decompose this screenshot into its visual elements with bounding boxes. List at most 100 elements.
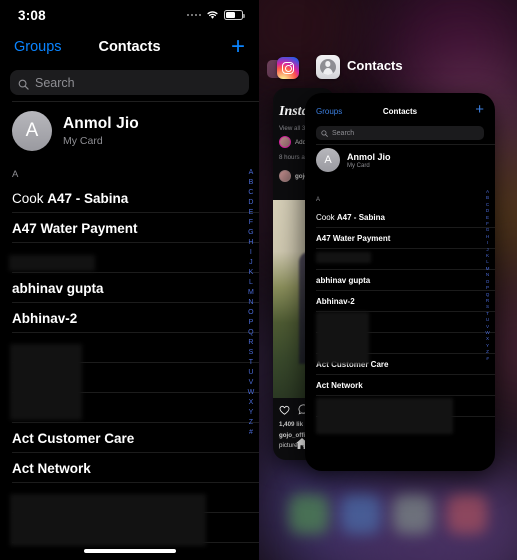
search-input[interactable]: Search (10, 70, 249, 95)
contact-row-redacted[interactable] (0, 513, 259, 543)
dock-icon (447, 494, 487, 534)
mini-page-title: Contacts (382, 107, 418, 116)
search-container: Search (0, 62, 259, 101)
mini-contact-row[interactable]: Abhinav-2 (316, 291, 495, 312)
redaction-block (316, 312, 369, 364)
index-letter[interactable]: Q (248, 328, 254, 338)
index-letter[interactable]: Y (249, 408, 254, 418)
dock-icon (289, 494, 329, 534)
mini-contact-row[interactable]: Act Network (316, 375, 495, 396)
index-letter[interactable]: G (248, 228, 254, 238)
groups-button[interactable]: Groups (14, 39, 62, 55)
mini-add-contact-button[interactable]: + (475, 101, 484, 118)
redaction-block (316, 398, 453, 434)
avatar: A (316, 148, 340, 172)
mini-alphabet-index[interactable]: A B C D E F G H I J K L M N O P Q R S T (483, 189, 492, 362)
signal-dots-icon (186, 13, 201, 17)
mini-contact-row[interactable]: A47 Water Payment (316, 228, 495, 249)
index-letter[interactable]: X (249, 398, 254, 408)
home-indicator[interactable] (83, 549, 176, 553)
contact-row[interactable]: Abhinav-2 (0, 303, 259, 333)
wifi-icon (206, 10, 219, 20)
battery-icon (224, 10, 245, 20)
search-placeholder: Search (35, 75, 75, 90)
mini-contact-name: Abhinav-2 (316, 297, 355, 306)
mini-navigation-bar: Groups Contacts + (305, 101, 495, 123)
dock-icon (341, 494, 381, 534)
index-letter[interactable]: P (249, 318, 254, 328)
index-letter[interactable]: V (249, 378, 254, 388)
mini-contact-main: A47 - Sabina (336, 213, 385, 222)
contact-name-main: A47 - Sabina (47, 190, 129, 206)
mini-contact-name: abhinav gupta (316, 276, 371, 285)
switcher-app-header: Contacts (259, 55, 517, 81)
instagram-post-avatar (279, 170, 291, 182)
status-time: 3:08 (18, 7, 46, 23)
app-card-contacts[interactable]: Groups Contacts + Search A Anmol Jio My … (305, 93, 495, 471)
index-letter[interactable]: A (249, 168, 254, 178)
index-letter[interactable]: B (249, 178, 254, 188)
my-card-name: Anmol Jio (63, 115, 139, 132)
redaction-block (316, 252, 371, 263)
index-letter[interactable]: O (248, 308, 254, 318)
contact-row[interactable]: A47 Water Payment (0, 213, 259, 243)
index-letter[interactable]: # (249, 428, 253, 438)
index-letter[interactable]: C (248, 188, 253, 198)
index-letter[interactable]: # (486, 356, 489, 362)
index-letter[interactable]: R (248, 338, 253, 348)
index-letter[interactable]: D (248, 198, 253, 208)
instagram-icon[interactable] (277, 57, 299, 79)
index-letter[interactable]: W (248, 388, 255, 398)
index-letter[interactable]: J (249, 258, 253, 268)
contact-row-redacted[interactable] (0, 483, 259, 513)
mini-contact-prefix: Cook (316, 213, 337, 222)
heart-icon[interactable] (279, 405, 290, 415)
index-letter[interactable]: I (250, 248, 252, 258)
index-letter[interactable]: T (249, 358, 253, 368)
contact-row[interactable]: Cook A47 - Sabina (0, 183, 259, 213)
contact-name: Abhinav-2 (12, 310, 78, 326)
contact-row-redacted[interactable] (0, 363, 259, 393)
mini-my-card-row[interactable]: A Anmol Jio My Card (316, 148, 391, 172)
index-letter[interactable]: K (249, 268, 254, 278)
index-letter[interactable]: E (249, 208, 254, 218)
contact-name: Act Network (12, 460, 91, 476)
index-letter[interactable]: Z (249, 418, 253, 428)
index-letter[interactable]: M (248, 288, 254, 298)
my-card-row[interactable]: A Anmol Jio My Card (0, 102, 259, 162)
index-letter[interactable]: U (248, 368, 253, 378)
contact-name: A47 Water Payment (12, 220, 138, 236)
mini-my-card-text: Anmol Jio My Card (347, 152, 391, 169)
instagram-story-line: View all 3 (279, 125, 306, 132)
add-contact-button[interactable]: + (231, 35, 245, 59)
alphabet-index[interactable]: A B C D E F G H I J K L M N O P Q R S T … (245, 168, 257, 438)
contacts-icon[interactable] (316, 55, 340, 79)
index-letter[interactable]: H (248, 238, 253, 248)
instagram-likes: 1,409 lik (279, 421, 304, 428)
index-letter[interactable]: N (248, 298, 253, 308)
index-letter[interactable]: L (249, 278, 253, 288)
mini-my-card-subtitle: My Card (347, 162, 370, 169)
mini-contact-row[interactable]: abhinav gupta (316, 270, 495, 291)
mini-section-header-a: A (316, 197, 321, 203)
contact-row-redacted[interactable] (0, 243, 259, 273)
contact-row[interactable]: abhinav gupta (0, 273, 259, 303)
app-switcher-screen: Contacts Insta View all 3 Add 8 hours ag… (259, 0, 517, 560)
dock (259, 484, 517, 546)
mini-contact-row[interactable]: Cook A47 - Sabina (316, 207, 495, 228)
contact-list: Cook A47 - Sabina A47 Water Payment abhi… (0, 183, 259, 543)
contact-row-redacted[interactable] (0, 393, 259, 423)
index-letter[interactable]: S (249, 348, 254, 358)
index-letter[interactable]: F (249, 218, 253, 228)
status-bar: 3:08 (0, 0, 259, 30)
contact-row[interactable]: Act Network (0, 453, 259, 483)
contact-row[interactable]: Act Customer Care (0, 423, 259, 453)
contact-name: abhinav gupta (12, 280, 104, 296)
contacts-app-screen: 3:08 Groups Contacts + Search A Anmol Ji… (0, 0, 259, 560)
divider (316, 144, 495, 145)
instagram-story-avatar (279, 136, 291, 148)
contact-row-redacted[interactable] (0, 333, 259, 363)
mini-contact-name: A47 Water Payment (316, 234, 391, 243)
mini-search-input[interactable]: Search (316, 126, 484, 140)
search-icon (18, 77, 29, 90)
